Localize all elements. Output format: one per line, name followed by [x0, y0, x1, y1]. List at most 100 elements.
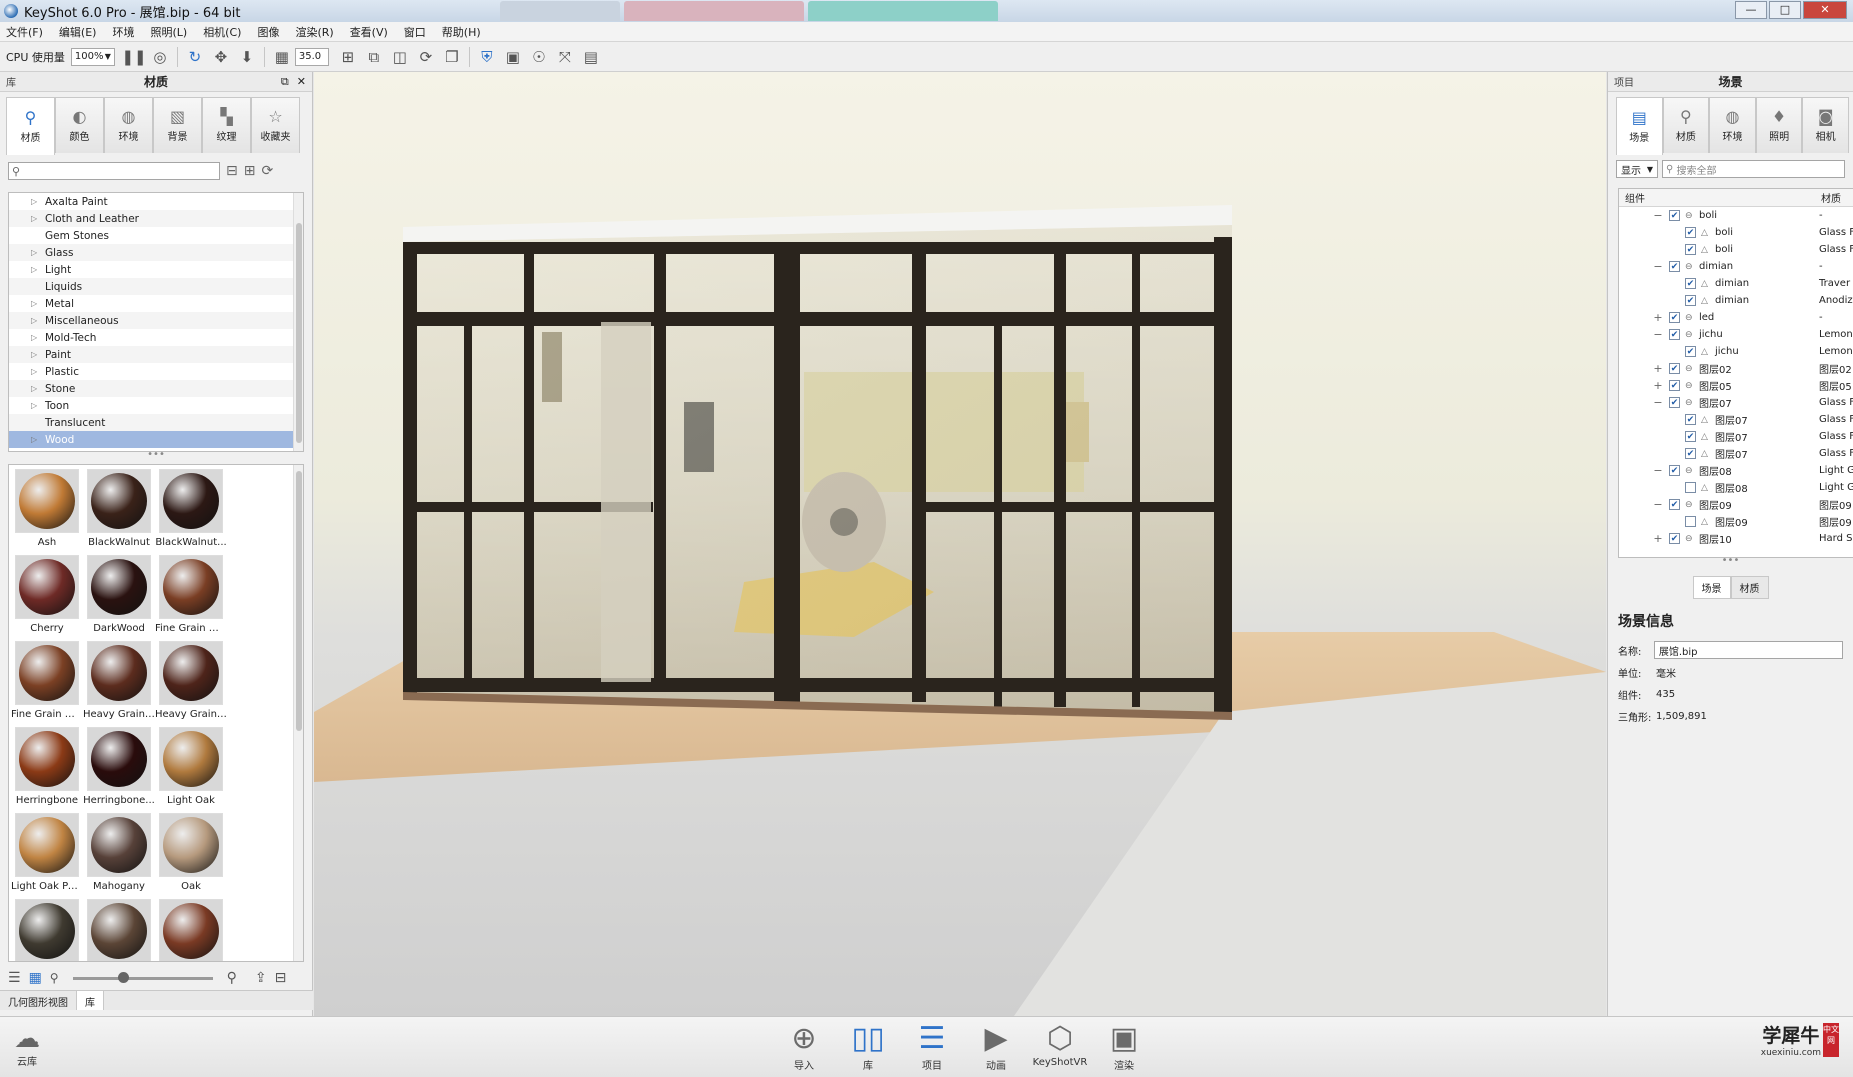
material-thumbnail[interactable]: DarkWood	[83, 555, 155, 637]
category-item[interactable]: ▷ Stone	[9, 380, 303, 397]
category-item[interactable]: ▷ Glass	[9, 244, 303, 261]
field-of-view-input[interactable]: 35.0	[294, 47, 329, 66]
perspective-icon[interactable]: ▦	[271, 46, 293, 68]
pan-icon[interactable]: ✥	[210, 46, 232, 68]
visibility-checkbox[interactable]: ✔	[1669, 312, 1680, 323]
menu-image[interactable]: 图像	[257, 24, 279, 40]
scene-tree-row[interactable]: ✔ △ dimian Traver	[1619, 275, 1853, 292]
expand-arrow-icon[interactable]: ▷	[31, 350, 37, 359]
collapse-icon[interactable]: −	[1653, 396, 1663, 409]
performance-mode-icon[interactable]: ◎	[149, 46, 171, 68]
visibility-checkbox[interactable]: ✔	[1669, 261, 1680, 272]
update-icon[interactable]: ⟳	[415, 46, 437, 68]
scene-tree-row[interactable]: △ 图层08 Light G	[1619, 479, 1853, 496]
library-search-input[interactable]: ⚲	[8, 162, 220, 180]
visibility-checkbox[interactable]: ✔	[1669, 210, 1680, 221]
expand-arrow-icon[interactable]: ▷	[31, 435, 37, 444]
shield-icon[interactable]: ⛨	[476, 46, 498, 68]
category-item[interactable]: ▷ Axalta Paint	[9, 193, 303, 210]
scene-tree-row[interactable]: + ✔ ⊖ led -	[1619, 309, 1853, 326]
splitter-grip[interactable]: •••	[0, 450, 312, 462]
visibility-checkbox[interactable]	[1685, 516, 1696, 527]
visibility-checkbox[interactable]: ✔	[1669, 533, 1680, 544]
menu-camera[interactable]: 相机(C)	[203, 24, 241, 40]
category-item[interactable]: ▷ Cloth and Leather	[9, 210, 303, 227]
material-thumbnail[interactable]	[83, 899, 155, 961]
refresh-icon[interactable]: ⟳	[261, 163, 273, 179]
scene-tree-row[interactable]: ✔ △ jichu Lemon	[1619, 343, 1853, 360]
category-item[interactable]: ▷ Plastic	[9, 363, 303, 380]
expand-icon[interactable]: +	[1653, 311, 1663, 324]
material-thumbnail[interactable]: Oak	[155, 813, 227, 895]
scene-tree-row[interactable]: − ✔ ⊖ boli -	[1619, 207, 1853, 224]
category-scrollbar[interactable]	[293, 193, 303, 451]
render-viewport[interactable]	[314, 72, 1606, 1016]
visibility-checkbox[interactable]: ✔	[1669, 499, 1680, 510]
scene-tree-row[interactable]: ✔ △ boli Glass F	[1619, 224, 1853, 241]
category-item[interactable]: ▷ Toon	[9, 397, 303, 414]
menu-window[interactable]: 窗口	[404, 24, 426, 40]
visibility-checkbox[interactable]: ✔	[1685, 414, 1696, 425]
category-item[interactable]: ▷ Miscellaneous	[9, 312, 303, 329]
collapse-icon[interactable]: −	[1653, 260, 1663, 273]
upload-icon[interactable]: ⇪	[255, 970, 267, 986]
scene-name-input[interactable]: 展馆.bip	[1653, 641, 1843, 659]
script-console-icon[interactable]: ▤	[580, 46, 602, 68]
tab-backgrounds[interactable]: ▧ 背景	[153, 97, 202, 153]
category-item[interactable]: ▷ Wood	[9, 431, 303, 448]
menu-file[interactable]: 文件(F)	[6, 24, 43, 40]
minimize-button[interactable]: —	[1735, 1, 1767, 19]
scene-tree-row[interactable]: + ✔ ⊖ 图层05 图层05	[1619, 377, 1853, 394]
import-button[interactable]: ⊕ 导入	[780, 1021, 828, 1072]
collapse-icon[interactable]: −	[1653, 498, 1663, 511]
zoom-out-icon[interactable]: ⚲	[50, 971, 59, 985]
scrollbar-thumb[interactable]	[296, 471, 302, 731]
render-button[interactable]: ▣ 渲染	[1100, 1021, 1148, 1072]
scene-tree-row[interactable]: − ✔ ⊖ 图层07 Glass F	[1619, 394, 1853, 411]
list-view-icon[interactable]: ☰	[8, 970, 21, 986]
visibility-checkbox[interactable]: ✔	[1685, 295, 1696, 306]
material-thumbnail[interactable]: Heavy Grain ...	[83, 641, 155, 723]
scrollbar-thumb[interactable]	[296, 223, 302, 443]
tab-favorites[interactable]: ☆ 收藏夹	[251, 97, 300, 153]
duplicate-icon[interactable]: ❐	[441, 46, 463, 68]
menu-edit[interactable]: 编辑(E)	[59, 24, 97, 40]
tab-textures[interactable]: ▚ 纹理	[202, 97, 251, 153]
tumble-icon[interactable]: ↻	[184, 46, 206, 68]
splitter-grip[interactable]: •••	[1608, 556, 1853, 568]
project-button[interactable]: ☰ 项目	[908, 1021, 956, 1072]
expand-arrow-icon[interactable]: ▷	[31, 316, 37, 325]
category-item[interactable]: ▷ Paint	[9, 346, 303, 363]
scene-tree-row[interactable]: ✔ △ 图层07 Glass F	[1619, 411, 1853, 428]
menu-environment[interactable]: 环境	[112, 24, 134, 40]
expand-arrow-icon[interactable]: ▷	[31, 248, 37, 257]
material-thumbnail[interactable]: Heavy Grain ...	[155, 641, 227, 723]
library-button[interactable]: ▯▯ 库	[844, 1021, 892, 1072]
folder-icon[interactable]: ⊟	[275, 970, 287, 986]
visibility-checkbox[interactable]: ✔	[1669, 363, 1680, 374]
visibility-checkbox[interactable]: ✔	[1685, 346, 1696, 357]
material-picker-icon[interactable]: ☉	[528, 46, 550, 68]
scene-tree-row[interactable]: + ✔ ⊖ 图层02 图层02	[1619, 360, 1853, 377]
close-panel-icon[interactable]: ✕	[297, 75, 306, 89]
scene-tree-row[interactable]: △ 图层09 图层09	[1619, 513, 1853, 530]
tab-camera[interactable]: ◙ 相机	[1802, 97, 1849, 153]
material-thumbnail[interactable]	[11, 899, 83, 961]
visibility-checkbox[interactable]: ✔	[1685, 431, 1696, 442]
add-camera-icon[interactable]: ⊞	[337, 46, 359, 68]
scene-tree-row[interactable]: ✔ △ 图层07 Glass F	[1619, 428, 1853, 445]
expand-icon[interactable]: +	[1653, 362, 1663, 375]
zoom-in-icon[interactable]: ⚲	[227, 970, 237, 986]
menu-help[interactable]: 帮助(H)	[442, 24, 481, 40]
material-thumbnail[interactable]: Light Oak Pol...	[11, 813, 83, 895]
tab-geometry-view[interactable]: 几何图形视图	[0, 991, 77, 1010]
collapse-icon[interactable]: −	[1653, 464, 1663, 477]
material-thumbnail[interactable]: Fine Grain W...	[155, 555, 227, 637]
visibility-checkbox[interactable]: ✔	[1669, 397, 1680, 408]
menu-view[interactable]: 查看(V)	[350, 24, 388, 40]
scene-tree-row[interactable]: ✔ △ 图层07 Glass F	[1619, 445, 1853, 462]
visibility-checkbox[interactable]: ✔	[1685, 448, 1696, 459]
expand-icon[interactable]: +	[1653, 532, 1663, 545]
expand-arrow-icon[interactable]: ▷	[31, 333, 37, 342]
move-tool-icon[interactable]: ⤧	[554, 46, 576, 68]
